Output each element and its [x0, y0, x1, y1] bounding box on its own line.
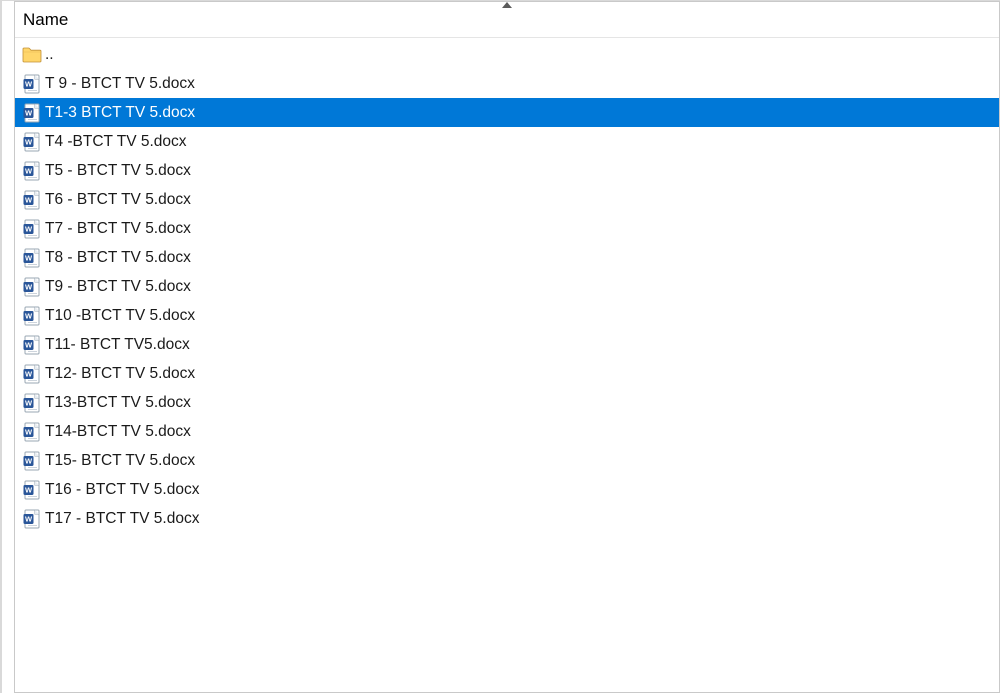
folder-icon: [21, 44, 43, 66]
word-doc-icon: W: [21, 102, 43, 124]
file-name: T1-3 BTCT TV 5.docx: [45, 104, 195, 122]
word-doc-icon: W: [21, 363, 43, 385]
file-name: T16 - BTCT TV 5.docx: [45, 481, 199, 499]
word-doc-icon: W: [21, 305, 43, 327]
word-doc-icon: W: [21, 131, 43, 153]
svg-text:W: W: [25, 224, 33, 233]
svg-text:W: W: [25, 485, 33, 494]
file-row[interactable]: W T1-3 BTCT TV 5.docx: [15, 98, 999, 127]
svg-text:W: W: [25, 282, 33, 291]
svg-text:W: W: [25, 137, 33, 146]
svg-text:W: W: [25, 253, 33, 262]
svg-text:W: W: [25, 79, 33, 88]
parent-folder-row[interactable]: ..: [15, 40, 999, 69]
file-name: T 9 - BTCT TV 5.docx: [45, 75, 195, 93]
word-doc-icon: W: [21, 508, 43, 530]
file-name: T6 - BTCT TV 5.docx: [45, 191, 191, 209]
word-doc-icon: W: [21, 334, 43, 356]
svg-text:W: W: [25, 514, 33, 523]
file-row[interactable]: W T9 - BTCT TV 5.docx: [15, 272, 999, 301]
file-row[interactable]: W T17 - BTCT TV 5.docx: [15, 504, 999, 533]
word-doc-icon: W: [21, 218, 43, 240]
word-doc-icon: W: [21, 276, 43, 298]
column-header-label: Name: [23, 10, 68, 30]
word-doc-icon: W: [21, 247, 43, 269]
file-row[interactable]: W T6 - BTCT TV 5.docx: [15, 185, 999, 214]
sort-ascending-icon: [502, 2, 512, 8]
word-doc-icon: W: [21, 450, 43, 472]
file-row[interactable]: W T14-BTCT TV 5.docx: [15, 417, 999, 446]
parent-folder-label: ..: [45, 46, 54, 64]
file-row[interactable]: W T12- BTCT TV 5.docx: [15, 359, 999, 388]
svg-text:W: W: [25, 108, 33, 117]
word-doc-icon: W: [21, 73, 43, 95]
file-row[interactable]: W T5 - BTCT TV 5.docx: [15, 156, 999, 185]
file-name: T8 - BTCT TV 5.docx: [45, 249, 191, 267]
svg-text:W: W: [25, 369, 33, 378]
file-name: T5 - BTCT TV 5.docx: [45, 162, 191, 180]
file-row[interactable]: W T10 -BTCT TV 5.docx: [15, 301, 999, 330]
file-list-panel: Name .. W T 9 - BTCT TV 5.docx: [14, 1, 1000, 693]
file-row[interactable]: W T11- BTCT TV5.docx: [15, 330, 999, 359]
file-list-frame: Name .. W T 9 - BTCT TV 5.docx: [0, 0, 1000, 693]
file-name: T14-BTCT TV 5.docx: [45, 423, 191, 441]
word-doc-icon: W: [21, 421, 43, 443]
word-doc-icon: W: [21, 189, 43, 211]
file-name: T12- BTCT TV 5.docx: [45, 365, 195, 383]
file-name: T17 - BTCT TV 5.docx: [45, 510, 199, 528]
file-row[interactable]: W T7 - BTCT TV 5.docx: [15, 214, 999, 243]
file-name: T10 -BTCT TV 5.docx: [45, 307, 195, 325]
file-row[interactable]: W T15- BTCT TV 5.docx: [15, 446, 999, 475]
file-row[interactable]: W T13-BTCT TV 5.docx: [15, 388, 999, 417]
file-name: T4 -BTCT TV 5.docx: [45, 133, 187, 151]
file-name: T7 - BTCT TV 5.docx: [45, 220, 191, 238]
svg-text:W: W: [25, 340, 33, 349]
file-list: .. W T 9 - BTCT TV 5.docx W T1-3 BTCT TV…: [15, 38, 999, 533]
svg-text:W: W: [25, 456, 33, 465]
word-doc-icon: W: [21, 160, 43, 182]
file-row[interactable]: W T16 - BTCT TV 5.docx: [15, 475, 999, 504]
file-name: T11- BTCT TV5.docx: [45, 336, 190, 354]
file-name: T13-BTCT TV 5.docx: [45, 394, 191, 412]
svg-text:W: W: [25, 195, 33, 204]
word-doc-icon: W: [21, 392, 43, 414]
file-name: T9 - BTCT TV 5.docx: [45, 278, 191, 296]
word-doc-icon: W: [21, 479, 43, 501]
svg-text:W: W: [25, 427, 33, 436]
svg-text:W: W: [25, 311, 33, 320]
svg-text:W: W: [25, 166, 33, 175]
file-row[interactable]: W T 9 - BTCT TV 5.docx: [15, 69, 999, 98]
file-row[interactable]: W T4 -BTCT TV 5.docx: [15, 127, 999, 156]
file-name: T15- BTCT TV 5.docx: [45, 452, 195, 470]
file-row[interactable]: W T8 - BTCT TV 5.docx: [15, 243, 999, 272]
svg-text:W: W: [25, 398, 33, 407]
column-header-name[interactable]: Name: [15, 2, 999, 38]
